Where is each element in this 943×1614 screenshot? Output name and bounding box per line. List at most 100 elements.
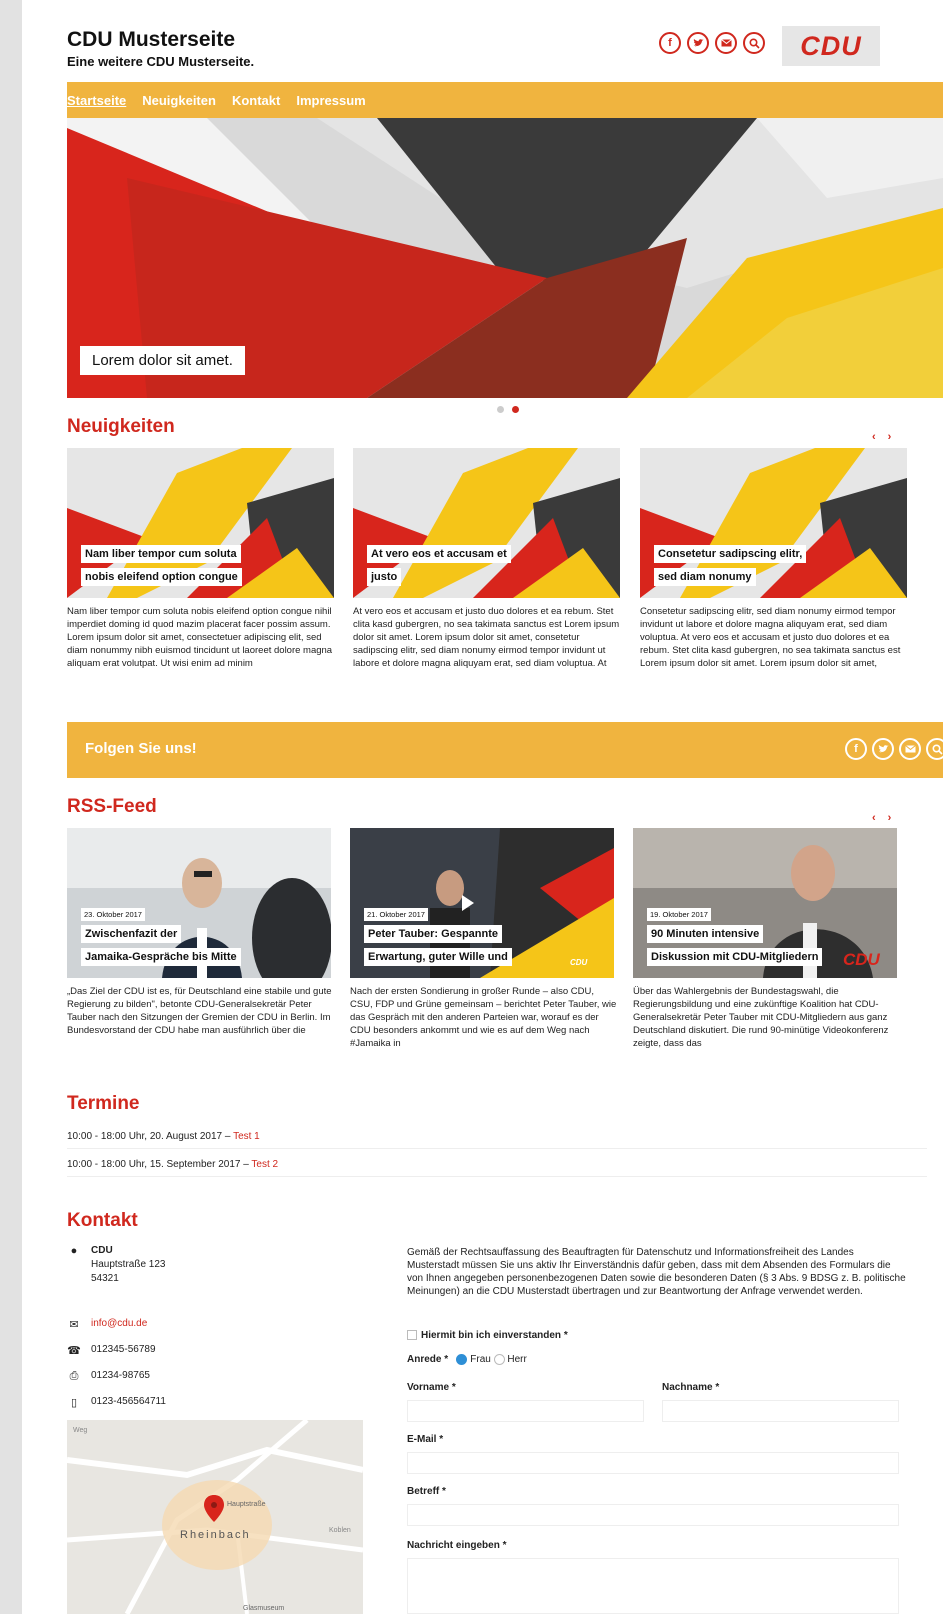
news-caption-line1: Nam liber tempor cum soluta xyxy=(81,545,241,563)
nav-impressum[interactable]: Impressum xyxy=(296,93,365,108)
news-card-text: Consetetur sadipscing elitr, sed diam no… xyxy=(640,606,901,669)
news-card[interactable]: Nam liber tempor cum soluta nobis eleife… xyxy=(67,448,334,671)
nav-startseite[interactable]: Startseite xyxy=(67,93,126,108)
rss-caption-line2: Diskussion mit CDU-Mitgliedern xyxy=(647,948,823,966)
vorname-input[interactable] xyxy=(407,1400,644,1422)
rss-card-text: „Das Ziel der CDU ist es, für Deutschlan… xyxy=(67,986,332,1036)
rss-next-arrow[interactable]: › xyxy=(888,812,892,824)
phone-icon: ☎ xyxy=(67,1345,81,1357)
map-road-label: Koblen xyxy=(329,1527,351,1534)
news-card-image: Nam liber tempor cum soluta nobis eleife… xyxy=(67,448,334,598)
kontakt-email-link[interactable]: info@cdu.de xyxy=(91,1318,147,1329)
radio-herr[interactable] xyxy=(493,1354,505,1365)
search-icon[interactable] xyxy=(743,32,765,54)
twitter-icon[interactable] xyxy=(687,32,709,54)
page: CDU Musterseite Eine weitere CDU Musters… xyxy=(22,0,943,1614)
rss-caption-line2: Erwartung, guter Wille und xyxy=(364,948,512,966)
rss-date: 21. Oktober 2017 xyxy=(364,908,428,921)
termin-item: 10:00 - 18:00 Uhr, 20. August 2017 – Tes… xyxy=(67,1131,927,1149)
news-card[interactable]: At vero eos et accusam et justo At vero … xyxy=(353,448,620,671)
hero-slider[interactable]: Lorem dolor sit amet. xyxy=(67,118,943,398)
search-icon[interactable] xyxy=(926,738,943,760)
mail-icon[interactable] xyxy=(715,32,737,54)
rss-card-text: Über das Wahlergebnis der Bundestagswahl… xyxy=(633,986,889,1049)
rss-card[interactable]: 23. Oktober 2017 Zwischenfazit der Jamai… xyxy=(67,828,334,1051)
kontakt-fax: 01234-98765 xyxy=(91,1370,150,1381)
mail-icon[interactable] xyxy=(899,738,921,760)
logo-text: CDU xyxy=(800,30,862,61)
facebook-icon[interactable]: f xyxy=(659,32,681,54)
nachricht-label: Nachricht eingeben * xyxy=(407,1540,507,1551)
cdu-logo[interactable]: CDU xyxy=(782,26,880,66)
rss-card[interactable]: 21. Oktober 2017 Peter Tauber: Gespannte… xyxy=(350,828,617,1051)
termin-text: 10:00 - 18:00 Uhr, 20. August 2017 – xyxy=(67,1131,234,1142)
hero-caption: Lorem dolor sit amet. xyxy=(80,346,245,375)
kontakt-street: Hauptstraße 123 xyxy=(91,1259,166,1270)
email-label: E-Mail * xyxy=(407,1434,444,1445)
kontakt-mobile-row: ▯ 0123-456564711 xyxy=(67,1396,166,1409)
nav-neuigkeiten[interactable]: Neuigkeiten xyxy=(142,93,216,108)
rss-arrows: ‹ › xyxy=(872,812,891,824)
news-card[interactable]: Consetetur sadipscing elitr, sed diam no… xyxy=(640,448,907,671)
rss-caption-line1: 90 Minuten intensive xyxy=(647,925,764,943)
termin-link[interactable]: Test 1 xyxy=(233,1131,260,1142)
twitter-icon[interactable] xyxy=(872,738,894,760)
rss-prev-arrow[interactable]: ‹ xyxy=(872,812,876,824)
news-heading: Neuigkeiten xyxy=(67,416,175,437)
main-nav: Startseite Neuigkeiten Kontakt Impressum xyxy=(67,82,943,118)
email-input[interactable] xyxy=(407,1452,899,1474)
news-next-arrow[interactable]: › xyxy=(888,431,892,443)
map-poi-label: Glasmuseum xyxy=(243,1605,284,1612)
site-title[interactable]: CDU Musterseite xyxy=(67,28,254,52)
privacy-notice: Gemäß der Rechtsauffassung des Beauftrag… xyxy=(407,1247,906,1297)
radio-frau[interactable] xyxy=(456,1354,468,1365)
follow-social-icons: f xyxy=(845,738,943,760)
radio-herr-label: Herr xyxy=(507,1354,527,1366)
kontakt-email-row: ✉ info@cdu.de xyxy=(67,1318,147,1331)
news-caption-line1: At vero eos et accusam et xyxy=(367,545,511,563)
rss-card-text: Nach der ersten Sondierung in großer Run… xyxy=(350,986,617,1049)
facebook-icon[interactable]: f xyxy=(845,738,867,760)
kontakt-fax-row: ⎙ 01234-98765 xyxy=(67,1370,150,1383)
nachname-input[interactable] xyxy=(662,1400,899,1422)
betreff-label: Betreff * xyxy=(407,1486,446,1497)
rss-caption-line1: Zwischenfazit der xyxy=(81,925,182,943)
anrede-row: Anrede * Frau Herr xyxy=(407,1354,527,1365)
termine-heading: Termine xyxy=(67,1093,140,1114)
site-header: CDU Musterseite Eine weitere CDU Musters… xyxy=(67,28,254,69)
location-map[interactable]: Rheinbach Hauptstraße Glasmuseum Koblen … xyxy=(67,1420,363,1614)
news-card-text: At vero eos et accusam et justo duo dolo… xyxy=(353,606,620,669)
kontakt-mobile: 0123-456564711 xyxy=(91,1396,166,1407)
rss-date: 23. Oktober 2017 xyxy=(81,908,145,921)
consent-label: Hiermit bin ich einverstanden * xyxy=(421,1330,568,1341)
news-caption-line2: justo xyxy=(367,568,402,586)
betreff-input[interactable] xyxy=(407,1504,899,1526)
news-card-text: Nam liber tempor cum soluta nobis eleife… xyxy=(67,606,333,669)
follow-title: Folgen Sie uns! xyxy=(85,740,197,757)
slider-dot-2[interactable] xyxy=(512,406,519,413)
radio-frau-label: Frau xyxy=(470,1354,491,1366)
rss-card[interactable]: 19. Oktober 2017 90 Minuten intensive Di… xyxy=(633,828,900,1051)
consent-row[interactable]: Hiermit bin ich einverstanden * xyxy=(407,1330,568,1341)
termin-item: 10:00 - 18:00 Uhr, 15. September 2017 – … xyxy=(67,1159,927,1177)
kontakt-phone-row: ☎ 012345-56789 xyxy=(67,1344,156,1357)
termin-link[interactable]: Test 2 xyxy=(251,1159,278,1170)
consent-checkbox[interactable] xyxy=(407,1330,417,1341)
follow-bar: Folgen Sie uns! f xyxy=(67,722,943,778)
slider-dots xyxy=(497,406,519,413)
nachricht-textarea[interactable] xyxy=(407,1558,899,1614)
rss-card-image: 23. Oktober 2017 Zwischenfazit der Jamai… xyxy=(67,828,331,978)
kontakt-phone: 012345-56789 xyxy=(91,1344,156,1355)
kontakt-address: ● CDU Hauptstraße 123 54321 xyxy=(67,1244,166,1286)
rss-card-image: 21. Oktober 2017 Peter Tauber: Gespannte… xyxy=(350,828,614,978)
nav-kontakt[interactable]: Kontakt xyxy=(232,93,280,108)
news-caption-line2: sed diam nonumy xyxy=(654,568,756,586)
kontakt-zip: 54321 xyxy=(91,1273,119,1284)
news-prev-arrow[interactable]: ‹ xyxy=(872,431,876,443)
kontakt-heading: Kontakt xyxy=(67,1210,138,1231)
map-town-label: Rheinbach xyxy=(180,1529,251,1541)
map-street-label: Hauptstraße xyxy=(227,1501,266,1508)
rss-card-image: 19. Oktober 2017 90 Minuten intensive Di… xyxy=(633,828,897,978)
vorname-label: Vorname * xyxy=(407,1382,456,1393)
slider-dot-1[interactable] xyxy=(497,406,504,413)
